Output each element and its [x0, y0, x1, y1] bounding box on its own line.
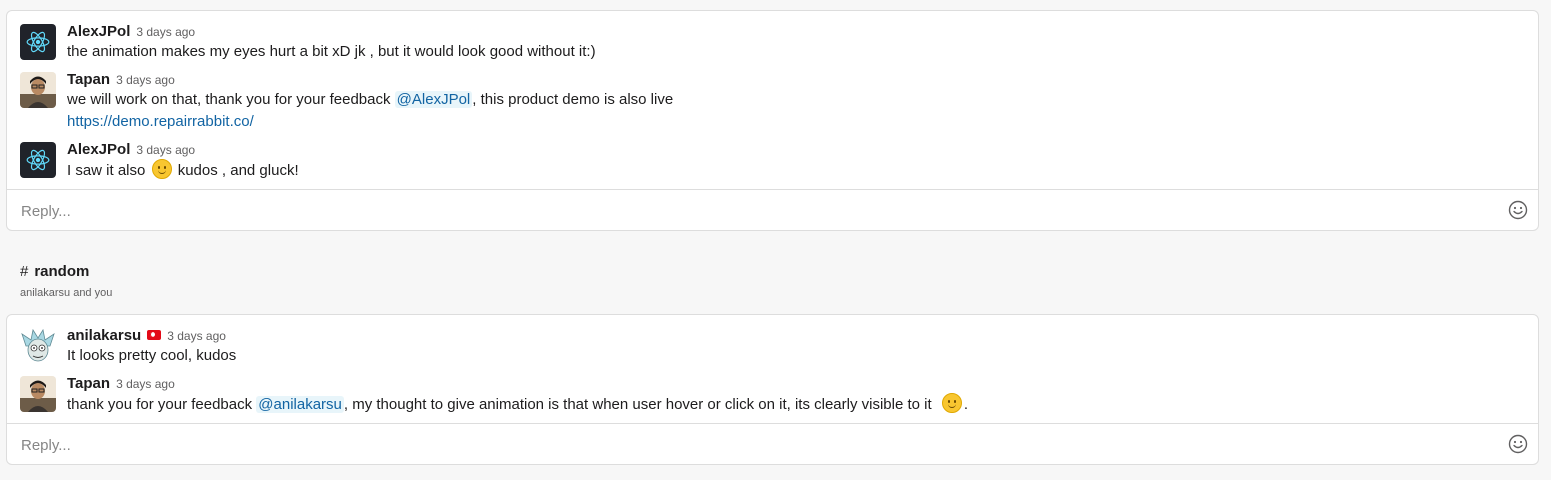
message-text-part: , this product demo is also live [472, 91, 674, 108]
message-text: we will work on that, thank you for your… [67, 89, 673, 111]
message: AlexJPol 3 days ago I saw it also kudos ,… [7, 141, 1538, 181]
message: Tapan 3 days ago thank you for your feedb… [7, 375, 1538, 415]
timestamp[interactable]: 3 days ago [116, 73, 175, 87]
timestamp[interactable]: 3 days ago [116, 377, 175, 391]
user-photo-icon [20, 72, 56, 108]
author-name[interactable]: AlexJPol [67, 141, 130, 158]
timestamp[interactable]: 3 days ago [136, 25, 195, 39]
cartoon-avatar-icon [20, 328, 56, 364]
avatar[interactable] [20, 376, 56, 412]
channel-title[interactable]: # random [20, 263, 89, 280]
slightly-smiling-face-icon[interactable] [941, 393, 962, 413]
reply-bar [7, 189, 1538, 230]
channel-members: anilakarsu and you [20, 287, 113, 299]
smile-icon[interactable] [1508, 434, 1528, 454]
user-mention[interactable]: @AlexJPol [394, 91, 473, 108]
message-text: the animation makes my eyes hurt a bit x… [67, 43, 596, 60]
reply-bar [7, 423, 1538, 464]
message-text-part: we will work on that, thank you for your… [67, 91, 395, 108]
thread-card: AlexJPol 3 days ago the animation makes m… [6, 10, 1539, 231]
react-logo-icon [26, 31, 50, 53]
message-text: thank you for your feedback @anilakarsu,… [67, 393, 968, 416]
thread-card: anilakarsu 3 days ago It looks pretty coo… [6, 314, 1539, 465]
avatar[interactable] [20, 72, 56, 108]
avatar[interactable] [20, 142, 56, 178]
message-link-line: https://demo.repairrabbit.co/ [67, 111, 254, 133]
react-logo-icon [26, 149, 50, 171]
message: anilakarsu 3 days ago It looks pretty coo… [7, 327, 1538, 367]
message-link[interactable]: https://demo.repairrabbit.co/ [67, 113, 254, 130]
author-name[interactable]: Tapan [67, 375, 110, 392]
message-text: It looks pretty cool, kudos [67, 347, 237, 364]
slightly-smiling-face-icon[interactable] [151, 159, 172, 179]
reply-input[interactable] [19, 199, 1493, 223]
avatar[interactable] [20, 328, 56, 364]
message-text-part: , my thought to give animation is that w… [343, 396, 936, 413]
user-mention[interactable]: @anilakarsu [256, 396, 344, 413]
timestamp[interactable]: 3 days ago [167, 329, 226, 343]
user-photo-icon [20, 376, 56, 412]
reply-input[interactable] [19, 433, 1493, 457]
message-text-part: thank you for your feedback [67, 396, 257, 413]
smile-icon[interactable] [1508, 200, 1528, 220]
message-text: I saw it also kudos , and gluck! [67, 159, 299, 182]
author-name[interactable]: anilakarsu [67, 327, 141, 344]
message-text-part: kudos , and gluck! [173, 162, 299, 179]
message: Tapan 3 days ago we will work on that, th… [7, 71, 1538, 131]
avatar[interactable] [20, 24, 56, 60]
message: AlexJPol 3 days ago the animation makes m… [7, 23, 1538, 60]
timestamp[interactable]: 3 days ago [136, 143, 195, 157]
channel-hash-icon: # [20, 263, 29, 280]
author-name[interactable]: AlexJPol [67, 23, 130, 40]
turkey-flag-icon [147, 330, 162, 340]
message-text-part: . [963, 396, 968, 413]
message-text-part: I saw it also [67, 162, 150, 179]
author-name[interactable]: Tapan [67, 71, 110, 88]
channel-name: random [34, 263, 90, 280]
